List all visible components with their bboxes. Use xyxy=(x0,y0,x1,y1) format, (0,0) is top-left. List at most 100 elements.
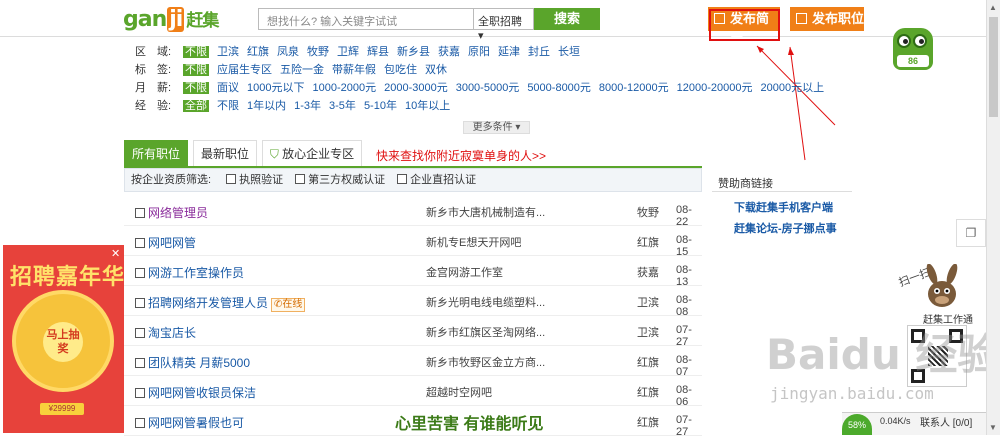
filter-option[interactable]: 卫滨 xyxy=(217,46,239,58)
qualification-checkbox[interactable]: 第三方权威认证 xyxy=(295,174,385,186)
scroll-up-icon[interactable]: ▲ xyxy=(987,1,999,15)
checkbox-icon[interactable] xyxy=(135,328,145,338)
job-title-text: 招聘网络开发管理人员 xyxy=(148,296,269,310)
filter-option[interactable]: 2000-3000元 xyxy=(384,82,448,94)
filter-option[interactable]: 五险一金 xyxy=(280,64,324,76)
more-conditions-button[interactable]: 更多条件 ▾ xyxy=(463,121,530,134)
checkbox-icon[interactable] xyxy=(135,208,145,218)
filter-option[interactable]: 不限 xyxy=(183,64,209,76)
filter-option[interactable]: 红旗 xyxy=(247,46,269,58)
job-title-link[interactable]: 网游工作室操作员 xyxy=(135,264,244,281)
checkbox-icon[interactable] xyxy=(135,388,145,398)
job-title-link[interactable]: 网吧网管暑假也可 xyxy=(135,414,244,431)
job-area: 获嘉 xyxy=(637,267,659,279)
mascot-pupil xyxy=(903,39,908,44)
scroll-down-icon[interactable]: ▼ xyxy=(987,421,999,435)
job-date: 08-08 xyxy=(676,294,692,318)
filter-option[interactable]: 牧野 xyxy=(307,46,329,58)
job-title-link[interactable]: 网络管理员 xyxy=(135,204,208,221)
tab-latest-jobs[interactable]: 最新职位 xyxy=(193,140,257,167)
filter-option[interactable]: 20000元以上 xyxy=(761,82,825,94)
sponsor-link-forum[interactable]: 赶集论坛-房子挪点事 xyxy=(734,220,837,236)
company-name[interactable]: 超越时空网吧 xyxy=(426,384,492,400)
job-title-link[interactable]: 淘宝店长 xyxy=(135,324,196,341)
donkey-mascot-icon xyxy=(926,264,958,307)
filter-option[interactable]: 长垣 xyxy=(558,46,580,58)
job-title-link[interactable]: 团队精英 月薪5000 xyxy=(135,354,250,371)
job-title-text: 网吧网管 xyxy=(148,236,197,250)
promo-link[interactable]: 快来查找你附近寂寞单身的人>> xyxy=(376,147,546,164)
filter-option[interactable]: 不限 xyxy=(183,46,209,58)
company-name[interactable]: 金宫网游工作室 xyxy=(426,264,503,280)
filter-option[interactable]: 双休 xyxy=(425,64,447,76)
checkbox-icon[interactable] xyxy=(135,418,145,428)
job-title-text: 团队精英 月薪5000 xyxy=(148,356,251,370)
company-name[interactable]: 新乡光明电线电缆塑料... xyxy=(426,294,545,310)
filter-option[interactable]: 凤泉 xyxy=(277,46,299,58)
filter-option[interactable]: 获嘉 xyxy=(438,46,460,58)
filter-option[interactable]: 原阳 xyxy=(468,46,490,58)
bottom-slogan: 心里苦害 有谁能听见 xyxy=(395,416,544,433)
filter-option[interactable]: 面议 xyxy=(217,82,239,94)
divider xyxy=(712,191,852,192)
company-name[interactable]: 新乡市红旗区圣淘网络... xyxy=(426,324,545,340)
filter-option[interactable]: 1000元以下 xyxy=(247,82,304,94)
company-name[interactable]: 新机专E想天开网吧 xyxy=(426,234,521,250)
contacts-count[interactable]: 联系人 [0/0] xyxy=(920,414,972,429)
scroll-thumb[interactable] xyxy=(989,17,998,117)
checkbox-icon[interactable] xyxy=(135,358,145,368)
job-date: 08-07 xyxy=(676,354,692,378)
filter-option[interactable]: 包吃住 xyxy=(384,64,417,76)
job-title-link[interactable]: 网吧网管收银员保洁 xyxy=(135,384,256,401)
tab-trusted-label: 放心企业专区 xyxy=(282,147,355,161)
draw-now-button[interactable]: 马上抽奖 xyxy=(43,322,83,362)
filter-option[interactable]: 1年以内 xyxy=(247,100,286,112)
qualification-checkbox[interactable]: 企业直招认证 xyxy=(397,174,476,186)
filter-option[interactable]: 1-3年 xyxy=(294,100,321,112)
job-row: 团队精英 月薪5000 新乡市牧野区金立方商... 红旗 08-07 xyxy=(124,346,702,378)
filter-option[interactable]: 不限 xyxy=(217,100,239,112)
filter-option[interactable]: 卫辉 xyxy=(337,46,359,58)
feedback-icon[interactable]: ❐ xyxy=(956,219,986,247)
sponsor-link-app[interactable]: 下载赶集手机客户端 xyxy=(734,199,833,215)
filter-option[interactable]: 应届生专区 xyxy=(217,64,272,76)
qualification-label: 企业直招认证 xyxy=(410,174,477,186)
close-icon[interactable]: ✕ xyxy=(111,247,120,260)
job-title-link[interactable]: 网吧网管 xyxy=(135,234,196,251)
filter-option[interactable]: 3000-5000元 xyxy=(456,82,520,94)
job-row: 网络管理员 新乡市大唐机械制造有... 牧野 08-22 xyxy=(124,196,702,228)
company-name[interactable]: 新乡市牧野区金立方商... xyxy=(426,354,545,370)
job-title-text: 网吧网管收银员保洁 xyxy=(148,386,257,400)
job-title-link[interactable]: 招聘网络开发管理人员 ✆在线 xyxy=(135,294,306,312)
filter-option[interactable]: 12000-20000元 xyxy=(677,82,753,94)
job-row: 招聘网络开发管理人员 ✆在线 新乡光明电线电缆塑料... 卫滨 08-08 xyxy=(124,286,702,318)
filter-option[interactable]: 延津 xyxy=(498,46,520,58)
filter-option[interactable]: 带薪年假 xyxy=(332,64,376,76)
job-area: 卫滨 xyxy=(637,327,659,339)
filter-option[interactable]: 8000-12000元 xyxy=(599,82,669,94)
sponsor-title: 赞助商链接 xyxy=(718,178,773,190)
mascot-number: 86 xyxy=(897,55,929,67)
company-name[interactable]: 新乡市大唐机械制造有... xyxy=(426,204,545,220)
tab-trusted-companies[interactable]: ⛉ 放心企业专区 xyxy=(262,140,362,167)
filter-option[interactable]: 封丘 xyxy=(528,46,550,58)
filter-option[interactable]: 全部 xyxy=(183,100,209,112)
filter-option[interactable]: 5000-8000元 xyxy=(527,82,591,94)
job-date: 08-22 xyxy=(676,204,692,228)
checkbox-icon[interactable] xyxy=(135,268,145,278)
filter-option[interactable]: 辉县 xyxy=(367,46,389,58)
qualification-checkbox[interactable]: 执照验证 xyxy=(226,174,283,186)
filter-option[interactable]: 1000-2000元 xyxy=(312,82,376,94)
tab-all-jobs[interactable]: 所有职位 xyxy=(124,140,188,167)
job-area: 红旗 xyxy=(637,237,659,249)
filter-option[interactable]: 新乡县 xyxy=(397,46,430,58)
filter-option[interactable]: 5-10年 xyxy=(364,100,397,112)
checkbox-icon[interactable] xyxy=(135,238,145,248)
filter-option[interactable]: 不限 xyxy=(183,82,209,94)
filter-option[interactable]: 10年以上 xyxy=(405,100,450,112)
job-row: 淘宝店长 新乡市红旗区圣淘网络... 卫滨 07-27 xyxy=(124,316,702,348)
checkbox-icon[interactable] xyxy=(135,298,145,308)
job-date: 08-06 xyxy=(676,384,692,408)
checkbox-icon xyxy=(397,174,408,184)
filter-option[interactable]: 3-5年 xyxy=(329,100,356,112)
